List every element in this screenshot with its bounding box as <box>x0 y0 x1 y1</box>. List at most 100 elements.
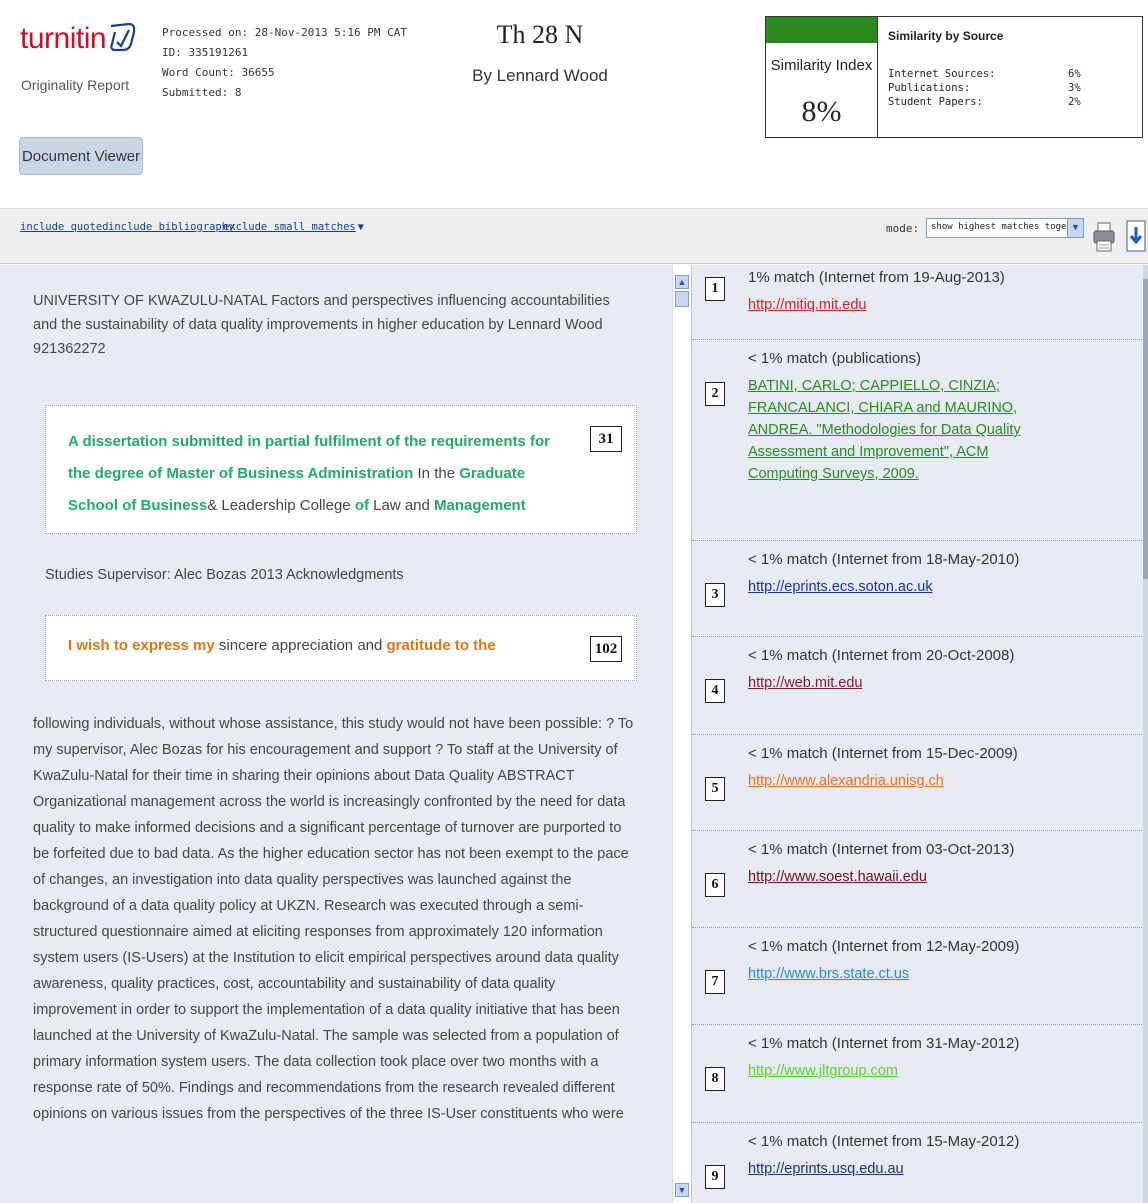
similarity-color-bar <box>766 17 877 43</box>
source-link[interactable]: http://eprints.ecs.soton.ac.uk <box>748 576 1048 598</box>
highlighted-match-text: I wish to express my <box>68 637 215 654</box>
source-number-badge[interactable]: 5 <box>705 777 725 801</box>
submission-meta: Processed on: 28-Nov-2013 5:16 PM CAT ID… <box>162 23 407 103</box>
mode-label: mode: <box>886 222 920 235</box>
highlighted-match-text: of <box>354 497 369 514</box>
download-icon[interactable] <box>1124 217 1148 255</box>
source-link[interactable]: http://www.brs.state.ct.us <box>748 963 1048 985</box>
source-number-badge[interactable]: 8 <box>705 1067 725 1091</box>
source-item[interactable]: 9 < 1% match (Internet from 15-May-2012) h… <box>692 1123 1144 1203</box>
unmatched-text: In the <box>413 465 460 482</box>
source-link[interactable]: http://www.jltgroup.com <box>748 1060 1048 1082</box>
document-scrollbar[interactable]: ▲ ▼ <box>672 265 691 1203</box>
document-author: By Lennard Wood <box>472 66 608 85</box>
source-link[interactable]: http://web.mit.edu <box>748 672 1048 694</box>
exclude-small-matches-label: exclude small matches <box>223 221 356 233</box>
similarity-by-source: Similarity by Source Internet Sources: 6%… <box>878 17 1142 137</box>
triangle-down-icon: ▼ <box>357 222 364 233</box>
source-item[interactable]: 6 < 1% match (Internet from 03-Oct-2013) h… <box>692 831 1144 928</box>
source-match-description: < 1% match (Internet from 31-May-2012) <box>748 1035 1020 1052</box>
turnitin-logo-mark <box>110 22 136 52</box>
source-number-badge[interactable]: 3 <box>705 583 725 607</box>
sources-scrollbar[interactable] <box>1143 265 1148 1203</box>
document-title: Th 28 N <box>496 20 584 49</box>
similarity-summary: Similarity Index 8% Similarity by Source… <box>765 16 1143 138</box>
source-match-description: < 1% match (Internet from 15-Dec-2009) <box>748 745 1018 762</box>
matched-text: I wish to express my sincere appreciatio… <box>68 630 568 662</box>
source-link[interactable]: http://mitiq.mit.edu <box>748 294 1048 316</box>
source-link[interactable]: http://eprints.usq.edu.au <box>748 1158 1048 1180</box>
report-header: turnitin Originality Report Processed on… <box>0 0 1148 208</box>
source-type-percent: 6% <box>1068 68 1081 80</box>
match-number-badge[interactable]: 102 <box>590 636 622 662</box>
submitted-count: Submitted: 8 <box>162 86 242 99</box>
scroll-up-icon[interactable]: ▲ <box>675 275 689 289</box>
source-match-description: < 1% match (Internet from 18-May-2010) <box>748 551 1020 568</box>
source-number-badge[interactable]: 9 <box>705 1165 725 1189</box>
source-item[interactable]: 3 < 1% match (Internet from 18-May-2010) h… <box>692 541 1144 637</box>
source-number-badge[interactable]: 1 <box>705 277 725 301</box>
source-item[interactable]: 1 1% match (Internet from 19-Aug-2013) htt… <box>692 265 1144 340</box>
printer-icon[interactable] <box>1093 217 1115 255</box>
report-type-label: Originality Report <box>21 77 130 93</box>
chevron-down-icon: ▼ <box>1067 219 1083 237</box>
unmatched-text: & Leadership College <box>207 497 355 514</box>
scrollbar-thumb[interactable] <box>675 291 689 307</box>
source-type-label: Publications: <box>888 82 971 94</box>
source-number-badge[interactable]: 7 <box>705 970 725 994</box>
source-item[interactable]: 4 < 1% match (Internet from 20-Oct-2008) h… <box>692 637 1144 735</box>
match-block-31[interactable]: A dissertation submitted in partial fulf… <box>45 405 637 534</box>
source-link[interactable]: http://www.alexandria.unisg.ch <box>748 770 1048 792</box>
source-item[interactable]: 7 < 1% match (Internet from 12-May-2009) h… <box>692 928 1144 1025</box>
unmatched-text: Law and <box>368 497 435 514</box>
sources-pane: 1 1% match (Internet from 19-Aug-2013) htt… <box>691 265 1148 1203</box>
similarity-source-row: Student Papers: 2% <box>888 95 1142 109</box>
match-block-102[interactable]: I wish to express my sincere appreciatio… <box>45 615 637 681</box>
source-match-description: < 1% match (publications) <box>748 350 921 367</box>
source-number-badge[interactable]: 2 <box>705 382 725 406</box>
processed-on: Processed on: 28-Nov-2013 5:16 PM CAT <box>162 26 408 39</box>
mode-select[interactable]: show highest matches together ▼ <box>926 218 1084 238</box>
source-type-percent: 2% <box>1068 96 1081 108</box>
source-type-label: Student Papers: <box>888 96 983 108</box>
source-item[interactable]: 2 < 1% match (publications) BATINI, CARLO;… <box>692 340 1144 541</box>
match-number-badge[interactable]: 31 <box>590 426 622 452</box>
document-paragraph: following individuals, without whose ass… <box>33 716 634 1122</box>
source-number-badge[interactable]: 4 <box>705 679 725 703</box>
matched-text: A dissertation submitted in partial fulf… <box>68 426 568 522</box>
document-viewer-button[interactable]: Document Viewer <box>19 137 143 175</box>
include-bibliography-link[interactable]: include bibliography <box>108 221 234 233</box>
document-paragraph: UNIVERSITY OF KWAZULU-NATAL Factors and … <box>33 293 610 357</box>
report-toolbar: include quoted include bibliography excl… <box>0 208 1148 264</box>
paper-id: ID: 335191261 <box>162 46 249 59</box>
scroll-down-icon[interactable]: ▼ <box>675 1183 689 1197</box>
similarity-index-label: Similarity Index <box>770 57 873 74</box>
unmatched-text: sincere appreciation and <box>214 637 387 654</box>
document-paragraph: Studies Supervisor: Alec Bozas 2013 Ackn… <box>45 567 404 583</box>
source-number-badge[interactable]: 6 <box>705 873 725 897</box>
source-match-description: < 1% match (Internet from 15-May-2012) <box>748 1133 1020 1150</box>
mode-select-value: show highest matches together <box>931 222 1084 232</box>
similarity-source-row: Publications: 3% <box>888 81 1142 95</box>
similarity-source-rows: Internet Sources: 6% Publications: 3% Studen… <box>888 67 1142 109</box>
source-match-description: < 1% match (Internet from 20-Oct-2008) <box>748 647 1015 664</box>
include-quoted-link[interactable]: include quoted <box>20 221 109 233</box>
similarity-index-value: 8% <box>801 95 842 128</box>
exclude-small-matches-link[interactable]: exclude small matches ▼ <box>223 221 364 233</box>
source-type-percent: 3% <box>1068 82 1081 94</box>
document-pane: UNIVERSITY OF KWAZULU-NATAL Factors and … <box>0 265 672 1203</box>
scrollbar-thumb[interactable] <box>1143 279 1148 579</box>
similarity-source-row: Internet Sources: 6% <box>888 67 1142 81</box>
similarity-by-source-title: Similarity by Source <box>888 29 1004 43</box>
word-count: Word Count: 36655 <box>162 66 275 79</box>
source-link[interactable]: http://www.soest.hawaii.edu <box>748 866 1048 888</box>
source-type-label: Internet Sources: <box>888 68 996 80</box>
source-item[interactable]: 5 < 1% match (Internet from 15-Dec-2009) h… <box>692 735 1144 831</box>
source-link[interactable]: BATINI, CARLO; CAPPIELLO, CINZIA; FRANCA… <box>748 375 1048 485</box>
originality-report-page: turnitin Originality Report Processed on… <box>0 0 1148 1203</box>
source-match-description: < 1% match (Internet from 12-May-2009) <box>748 938 1020 955</box>
source-item[interactable]: 8 < 1% match (Internet from 31-May-2012) h… <box>692 1025 1144 1123</box>
source-match-description: < 1% match (Internet from 03-Oct-2013) <box>748 841 1015 858</box>
highlighted-match-text: Management <box>434 497 526 514</box>
similarity-index: Similarity Index 8% <box>766 17 878 137</box>
